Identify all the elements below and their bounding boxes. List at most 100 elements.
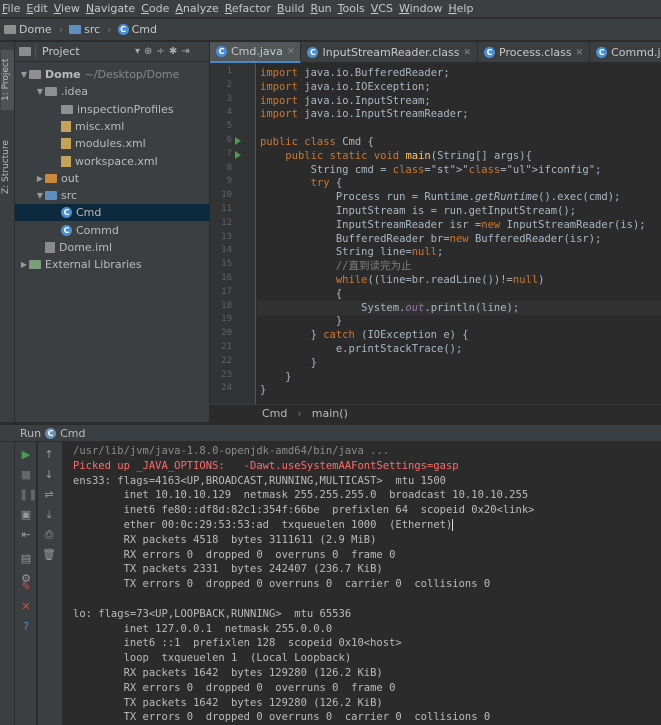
tab-commd-java[interactable]: C Commd.java	[590, 42, 661, 63]
text-cursor	[452, 519, 454, 531]
menu-window[interactable]: Window	[397, 2, 446, 15]
line-number: 21	[221, 342, 232, 352]
collapse-icon[interactable]: ÷	[156, 46, 164, 57]
breadcrumb-src[interactable]: src ›	[69, 23, 112, 36]
code-line[interactable]: {	[260, 287, 342, 301]
code-line[interactable]: InputStreamReader isr =new InputStreamRe…	[260, 218, 646, 232]
pin-tab-icon[interactable]: ✎	[19, 580, 33, 594]
run-gutter-icon[interactable]	[235, 150, 241, 159]
project-tool-tab[interactable]: 1: Project	[1, 50, 14, 110]
tree-item[interactable]: inspectionProfiles	[15, 101, 210, 118]
code-line[interactable]: Process run = Runtime.getRuntime().exec(…	[260, 190, 621, 204]
run-config-name[interactable]: Cmd	[60, 427, 85, 440]
line-number: 12	[221, 217, 232, 228]
code-line[interactable]: String cmd = class="st">"class="ul">ifco…	[260, 163, 602, 177]
code-line[interactable]: }	[260, 370, 291, 384]
tab-inputstreamreader[interactable]: C InputStreamReader.class ✕	[301, 42, 479, 63]
tree-item[interactable]: misc.xml	[15, 118, 210, 135]
code-line[interactable]: InputStream is = run.getInputStream();	[260, 204, 576, 218]
up-icon[interactable]: ↑	[42, 448, 56, 462]
code-line[interactable]: }	[260, 383, 266, 397]
status-class[interactable]: Cmd	[262, 407, 287, 420]
menu-view[interactable]: View	[52, 2, 84, 15]
run-icon[interactable]: ▶	[19, 448, 33, 462]
code-line[interactable]: System.out.println(line);	[257, 300, 661, 315]
pause-icon[interactable]: ❚❚	[19, 488, 37, 502]
expand-arrow-icon[interactable]: ▼	[35, 191, 45, 200]
settings-icon[interactable]: ✱	[169, 46, 177, 57]
code-line[interactable]: while((line=br.readLine())!=null)	[260, 273, 545, 287]
code-line[interactable]: import java.io.InputStream;	[260, 94, 431, 108]
stop-icon[interactable]: ■	[19, 468, 33, 482]
run-console-output[interactable]: /usr/lib/jvm/java-1.8.0-openjdk-amd64/bi…	[64, 442, 661, 725]
run-gutter-icon[interactable]	[235, 137, 241, 145]
tree-item[interactable]: ▶ out	[15, 170, 210, 187]
close-run-icon[interactable]: ✕	[19, 600, 33, 614]
expand-arrow-icon[interactable]: ▼	[35, 87, 45, 96]
code-line[interactable]: String line=null;	[260, 245, 444, 259]
tree-item[interactable]: C Cmd	[15, 204, 210, 222]
code-line[interactable]: }	[260, 356, 317, 370]
tree-item[interactable]: Dome.iml	[15, 239, 210, 256]
menu-refactor[interactable]: Refactor	[223, 2, 275, 15]
project-view-selector[interactable]: Project	[35, 44, 131, 59]
down-icon[interactable]: ↓	[42, 468, 56, 482]
clear-icon[interactable]: 🗑	[42, 548, 56, 562]
code-line[interactable]: //直到读完为止	[260, 259, 412, 273]
code-line[interactable]: } catch (IOException e) {	[260, 328, 469, 342]
line-number: 2	[226, 79, 232, 90]
code-line[interactable]: import java.io.InputStreamReader;	[260, 107, 469, 121]
code-line[interactable]: BufferedReader br=new BufferedReader(isr…	[260, 232, 602, 246]
code-line[interactable]: public class Cmd {	[260, 135, 374, 149]
tree-item[interactable]: workspace.xml	[15, 153, 210, 170]
breadcrumb-project[interactable]: Dome ›	[4, 23, 63, 36]
tab-process-class[interactable]: C Process.class ✕	[478, 42, 591, 63]
tree-item[interactable]: ▶ External Libraries	[15, 256, 210, 273]
dropdown-icon[interactable]: ▾	[135, 46, 140, 57]
tree-item-label: Dome.iml	[59, 241, 113, 254]
code-line[interactable]: }	[260, 314, 342, 328]
menu-edit[interactable]: Edit	[24, 2, 51, 15]
menu-file[interactable]: File	[0, 2, 24, 15]
soft-wrap-icon[interactable]: ⇌	[42, 488, 56, 502]
menu-help[interactable]: Help	[446, 2, 477, 15]
menu-code[interactable]: Code	[139, 2, 173, 15]
code-line[interactable]: e.printStackTrace();	[260, 342, 462, 356]
tree-item[interactable]: ▼ src	[15, 187, 210, 204]
menu-build[interactable]: Build	[275, 2, 309, 15]
breadcrumb-class[interactable]: C Cmd	[117, 23, 157, 36]
expand-arrow-icon[interactable]: ▼	[19, 70, 29, 79]
close-icon[interactable]: ✕	[464, 48, 472, 58]
print-icon[interactable]: ⎙	[42, 528, 56, 542]
tab-label: Commd.java	[611, 46, 661, 59]
tab-cmd-java[interactable]: C Cmd.java ✕	[210, 42, 302, 63]
code-line[interactable]: import java.io.IOException;	[260, 80, 431, 94]
tree-item[interactable]: C Commd	[15, 222, 210, 239]
tree-item[interactable]: ▼ .idea	[15, 83, 210, 100]
code-editor[interactable]: import java.io.BufferedReader; import jav…	[257, 63, 661, 404]
layout-icon[interactable]: ▤	[19, 552, 33, 566]
menu-navigate[interactable]: Navigate	[84, 2, 139, 15]
help-icon[interactable]: ?	[19, 620, 33, 634]
menu-tools[interactable]: Tools	[336, 2, 369, 15]
menu-vcs[interactable]: VCS	[369, 2, 397, 15]
console-line: RX packets 4518 bytes 3111611 (2.9 MiB)	[73, 533, 377, 546]
code-line[interactable]: public static void main(String[] args){	[260, 149, 532, 163]
menu-run[interactable]: Run	[309, 2, 336, 15]
exit-icon[interactable]: ⇤	[19, 528, 33, 542]
hide-icon[interactable]: ⇥	[181, 46, 189, 57]
menu-analyze[interactable]: Analyze	[173, 2, 222, 15]
sync-icon[interactable]: ⊕	[144, 46, 152, 57]
structure-tool-tab[interactable]: Z: Structure	[1, 132, 14, 202]
close-icon[interactable]: ✕	[287, 47, 295, 57]
scroll-end-icon[interactable]: ⤓	[42, 508, 56, 522]
dump-threads-icon[interactable]: ▣	[19, 508, 33, 522]
code-line[interactable]: import java.io.BufferedReader;	[260, 66, 450, 80]
tree-item[interactable]: ▼ Dome ~/Desktop/Dome	[15, 66, 210, 83]
status-method[interactable]: main()	[312, 407, 348, 420]
code-line[interactable]: try {	[260, 176, 343, 190]
tree-item[interactable]: modules.xml	[15, 135, 210, 152]
expand-arrow-icon[interactable]: ▶	[19, 260, 29, 269]
close-icon[interactable]: ✕	[576, 48, 584, 58]
expand-arrow-icon[interactable]: ▶	[35, 174, 45, 183]
